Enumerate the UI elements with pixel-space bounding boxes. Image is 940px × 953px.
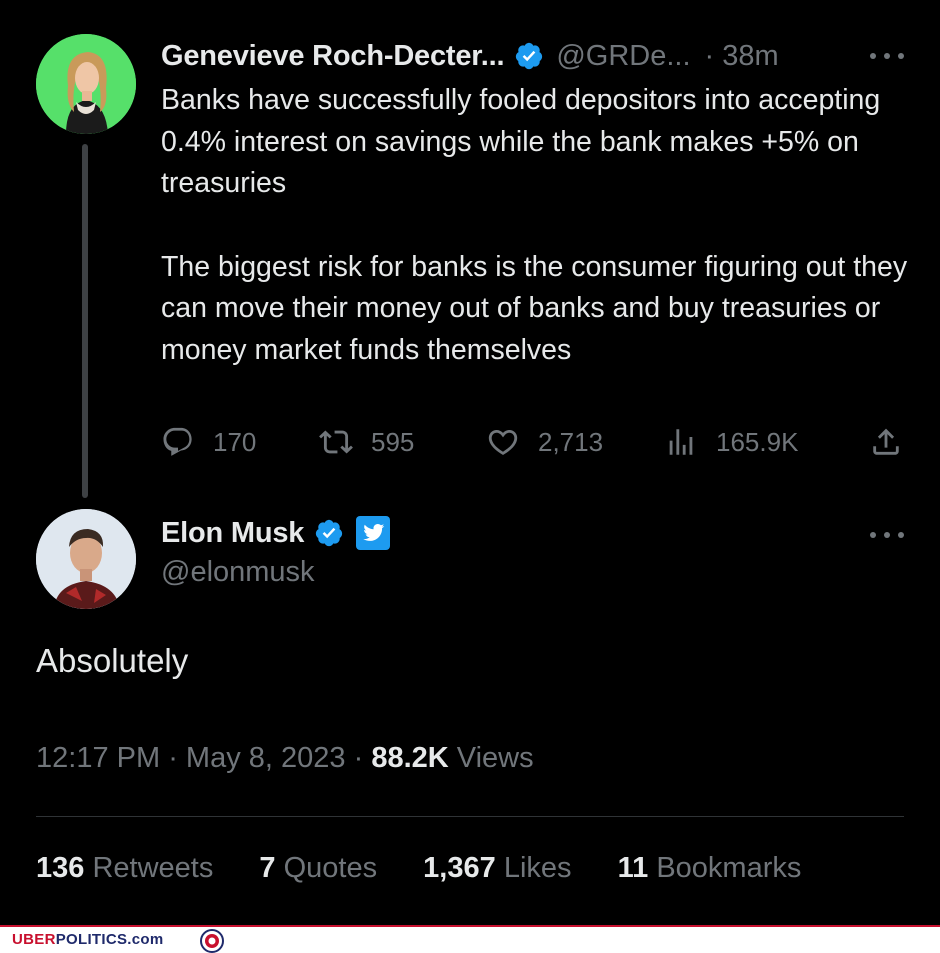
verified-badge-icon [316,519,343,547]
tweet-date[interactable]: May 8, 2023 [186,742,346,774]
watermark-footer: UBERPOLITICS.com [0,925,940,953]
share-button[interactable] [869,420,903,464]
watermark-part2: POLITICS.com [55,931,164,948]
views-button[interactable]: 165.9K [664,420,798,464]
twitter-bird-icon [363,523,385,541]
twitter-affiliate-icon [356,516,391,550]
parent-tweet-time[interactable]: · 38m [705,40,779,73]
main-tweet-meta: 12:17 PM · May 8, 2023 · 88.2K Views [36,742,534,775]
main-author-name[interactable]: Elon Musk [161,517,304,550]
watermark-seal-icon [200,929,224,953]
meta-separator: · [168,742,186,774]
parent-more-icon[interactable] [870,51,904,61]
stat-bookmarks-label: Bookmarks [656,852,802,884]
stat-likes-label: Likes [503,852,572,884]
stat-retweets[interactable]: 136 Retweets [36,852,213,885]
retweet-count: 595 [371,426,415,457]
stat-retweets-label: Retweets [92,852,214,884]
stat-quotes[interactable]: 7 Quotes [259,852,377,885]
tweet-time[interactable]: 12:17 PM [36,742,160,774]
stat-quotes-count: 7 [259,852,276,884]
stat-retweets-count: 136 [36,852,85,884]
stats-divider [36,816,904,817]
retweet-button[interactable]: 595 [319,420,414,464]
stat-bookmarks-count: 11 [617,852,649,884]
main-more-icon[interactable] [870,530,904,540]
views-count: 165.9K [716,426,799,457]
parent-avatar-photo [36,34,136,134]
parent-author-handle[interactable]: @GRDe... [556,40,690,73]
parent-tweet-text: Banks have successfully fooled depositor… [161,80,911,371]
stat-quotes-label: Quotes [283,852,378,884]
main-author-avatar[interactable] [36,509,136,609]
thread-connector-line [82,144,88,498]
parent-tweet-actions: 170 595 2,713 165.9K [161,420,906,464]
meta-separator: · [353,742,372,774]
parent-tweet-header: Genevieve Roch-Decter... @GRDe... · 38m [161,36,779,76]
tweet-views-label: Views [456,742,534,774]
main-author-handle[interactable]: @elonmusk [161,556,315,589]
reply-count: 170 [213,426,257,457]
tweet-engagement-stats: 136 Retweets 7 Quotes 1,367 Likes 11 Boo… [36,852,839,885]
stat-bookmarks[interactable]: 11 Bookmarks [618,852,802,885]
reply-icon [163,427,192,456]
like-icon [488,429,518,455]
main-tweet-text: Absolutely [36,642,189,679]
parent-tweet-paragraph-1: Banks have successfully fooled depositor… [161,84,881,199]
share-icon [873,428,899,455]
main-avatar-photo [36,509,136,609]
stat-likes-count: 1,367 [423,852,496,884]
tweet-views-count: 88.2K [371,742,449,774]
like-button[interactable]: 2,713 [486,420,603,464]
parent-author-name[interactable]: Genevieve Roch-Decter... [161,40,505,73]
views-icon [669,429,693,455]
tweet-thread-view: Genevieve Roch-Decter... @GRDe... · 38m … [0,0,940,953]
reply-button[interactable]: 170 [161,420,256,464]
watermark-part1: UBER [12,931,56,948]
watermark-logo-text: UBERPOLITICS.com [12,931,163,948]
retweet-icon [319,430,353,454]
main-tweet-header: Elon Musk [161,513,391,553]
verified-badge-icon [516,42,543,70]
like-count: 2,713 [538,426,604,457]
parent-author-avatar[interactable] [36,34,136,134]
watermark-rule [0,925,940,927]
parent-tweet-paragraph-2: The biggest risk for banks is the consum… [161,250,908,366]
stat-likes[interactable]: 1,367 Likes [423,852,571,885]
